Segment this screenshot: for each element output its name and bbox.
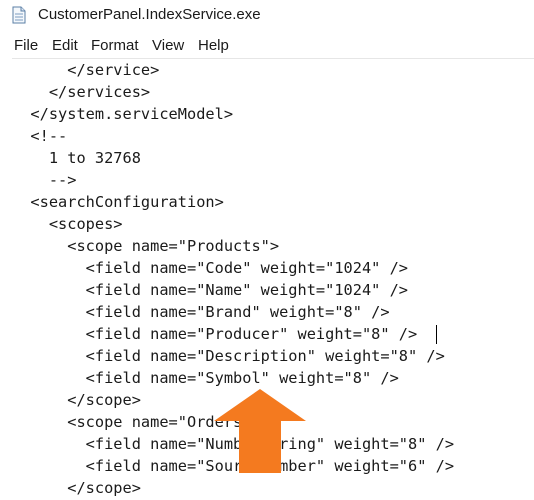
title-bar: CustomerPanel.IndexService.exe (0, 0, 534, 32)
notepad-icon (12, 6, 26, 24)
code-line: <field name="Name" weight="1024" /> (12, 281, 409, 299)
code-line: </service> (12, 61, 160, 79)
code-line: <field name="Description" weight="8" /> (12, 347, 445, 365)
code-line: </services> (12, 83, 151, 101)
menu-bar: File Edit Format View Help (0, 34, 534, 58)
code-line: </scope> (12, 391, 141, 409)
code-line: --> (12, 171, 77, 189)
code-line: <field name="Brand" weight="8" /> (12, 303, 390, 321)
code-line: <field name="Producer" weight="8" /> (12, 325, 418, 343)
menu-edit[interactable]: Edit (52, 37, 78, 54)
code-line: </system.serviceModel> (12, 105, 234, 123)
code-line: <searchConfiguration> (12, 193, 224, 211)
code-line: <field name="Code" weight="1024" /> (12, 259, 409, 277)
menu-view[interactable]: View (152, 37, 184, 54)
code-line: <scope name="Products"> (12, 237, 280, 255)
code-line: <scopes> (12, 215, 123, 233)
text-caret (436, 325, 437, 344)
menu-help[interactable]: Help (198, 37, 229, 54)
menu-file[interactable]: File (14, 37, 38, 54)
window-title: CustomerPanel.IndexService.exe (38, 6, 261, 23)
code-line: <field name="Symbol" weight="8" /> (12, 369, 399, 387)
code-line: 1 to 32768 (12, 149, 141, 167)
code-line: <!-- (12, 127, 68, 145)
up-arrow-icon (214, 389, 306, 473)
notepad-window: CustomerPanel.IndexService.exe File Edit… (0, 0, 534, 500)
menu-format[interactable]: Format (91, 37, 139, 54)
code-line: </scope> (12, 479, 141, 497)
arrow-shape (214, 389, 306, 473)
